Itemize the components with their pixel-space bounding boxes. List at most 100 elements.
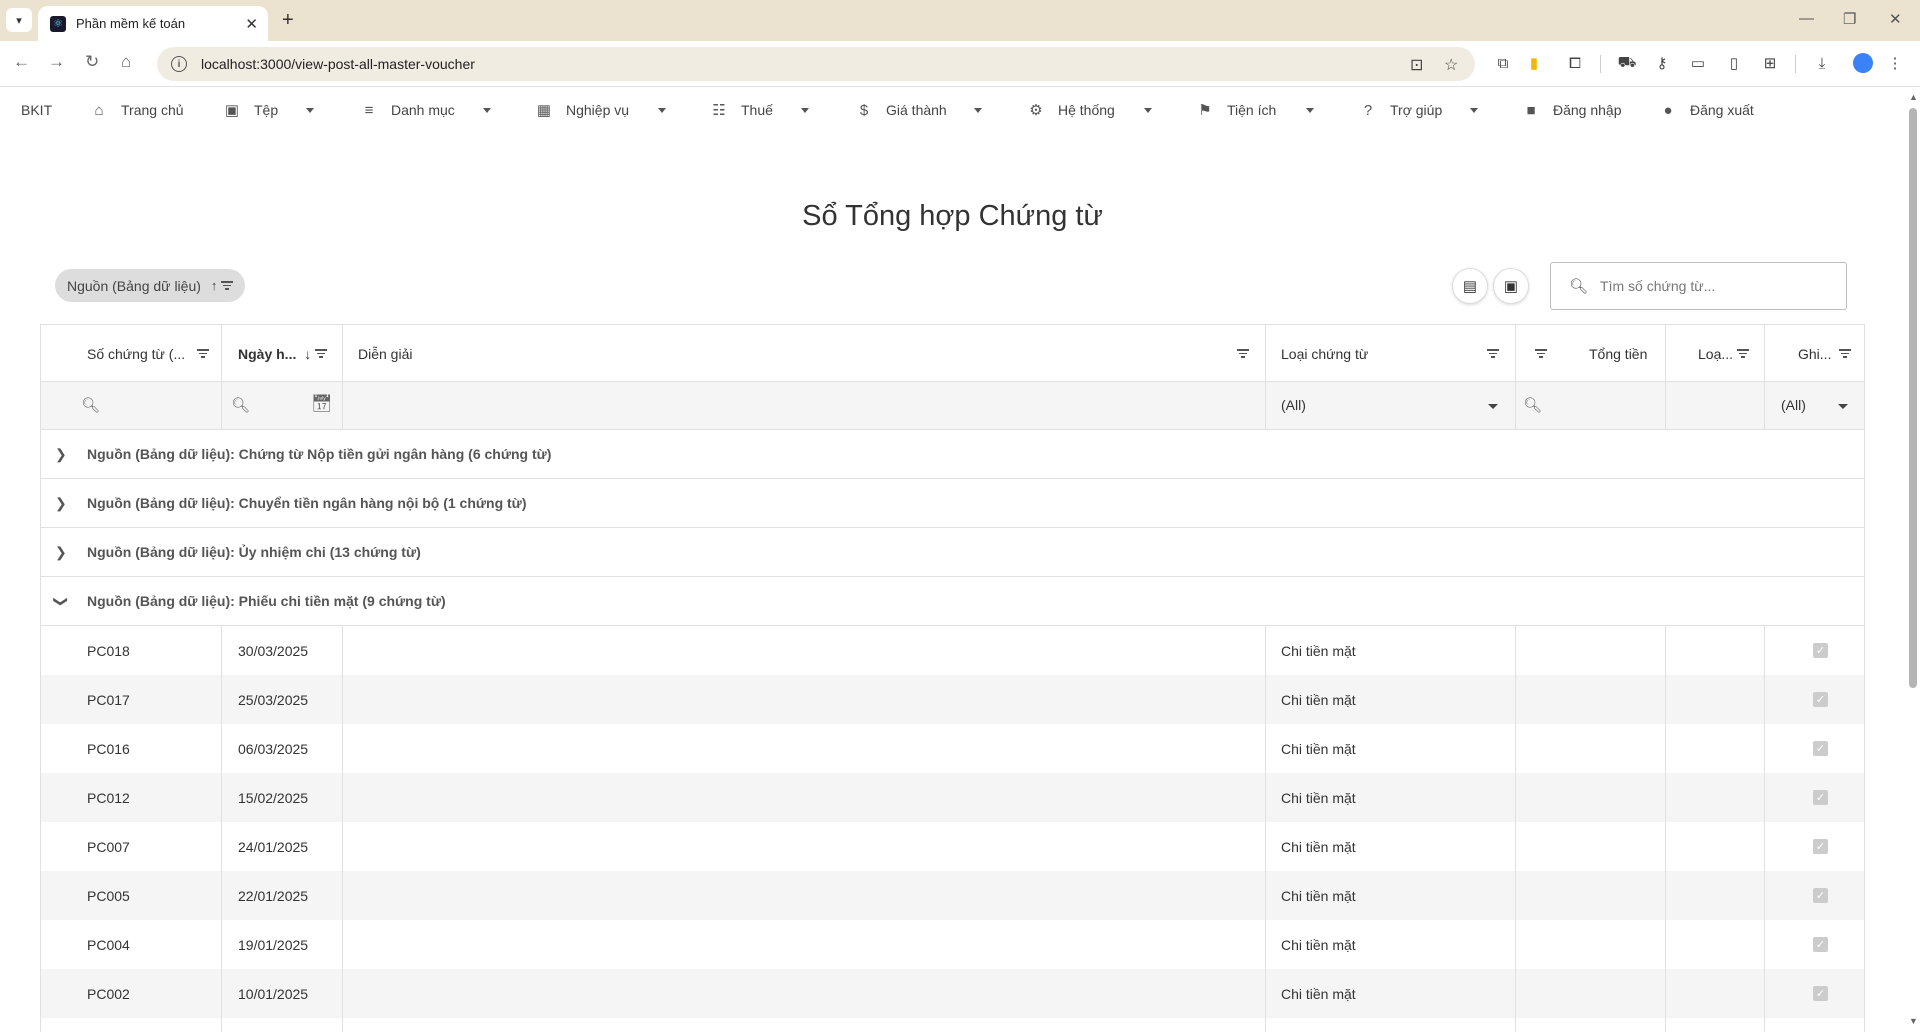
chevron-down-icon[interactable] — [658, 108, 666, 113]
chevron-down-icon[interactable] — [801, 108, 809, 113]
calendar-icon[interactable]: 📅︎ — [311, 394, 333, 414]
column-header-loai-chung-tu[interactable]: Loại chứng từ — [1281, 325, 1368, 382]
menu-item-catalog[interactable]: ≡ Danh mục — [361, 88, 455, 132]
filter-icon[interactable] — [1839, 347, 1852, 360]
menu-item-login[interactable]: ■ Đăng nhập — [1523, 88, 1621, 132]
ghi-filter-select[interactable]: (All) — [1781, 397, 1806, 413]
browser-tab[interactable]: ⚛ Phần mềm kế toán ✕ — [38, 6, 268, 41]
filter-icon[interactable] — [1737, 347, 1750, 360]
restore-icon[interactable]: ❐ — [1843, 10, 1856, 28]
install-app-icon[interactable]: ⊡ — [1410, 55, 1423, 75]
sort-ascending-icon[interactable]: ↑ — [211, 278, 218, 293]
menu-item-tax[interactable]: ☷ Thuế — [711, 88, 773, 132]
filter-icon[interactable] — [1535, 347, 1547, 360]
filter-icon[interactable] — [315, 347, 328, 360]
ghi-checkbox[interactable]: ✓ — [1813, 839, 1828, 854]
site-info-icon[interactable]: i — [171, 56, 187, 72]
filter-icon[interactable] — [1237, 347, 1249, 360]
ghi-checkbox[interactable]: ✓ — [1813, 692, 1828, 707]
menu-item-help[interactable]: ? Trợ giúp — [1360, 88, 1442, 132]
payment-card-icon[interactable]: ▭ — [1689, 54, 1707, 72]
extension-copy-icon[interactable]: ⧉ — [1494, 54, 1512, 72]
sort-descending-icon[interactable]: ↓ — [304, 346, 311, 362]
table-row[interactable]: PC012 15/02/2025 Chi tiền mặt ✓ — [41, 773, 1864, 822]
ghi-checkbox[interactable]: ✓ — [1813, 643, 1828, 658]
filter-icon[interactable] — [1487, 347, 1499, 360]
chevron-down-icon[interactable] — [1838, 404, 1848, 409]
table-row[interactable]: PC017 25/03/2025 Chi tiền mặt ✓ — [41, 675, 1864, 724]
reload-icon[interactable]: ↻ — [85, 52, 99, 72]
scroll-down-icon[interactable]: ▼ — [1909, 1016, 1918, 1026]
download-icon[interactable]: ⤓ — [1813, 54, 1831, 72]
menu-item-logout[interactable]: ● Đăng xuất — [1660, 88, 1753, 132]
ghi-checkbox[interactable]: ✓ — [1813, 986, 1828, 1001]
table-row[interactable]: PC018 30/03/2025 Chi tiền mặt ✓ — [41, 626, 1864, 675]
chevron-down-icon[interactable] — [1144, 108, 1152, 113]
loai-chung-tu-filter[interactable] — [1483, 325, 1499, 382]
side-panel-icon[interactable]: ⊞ — [1761, 54, 1779, 72]
group-row[interactable]: ❯ Nguồn (Bảng dữ liệu): Chứng từ Nộp tiề… — [41, 430, 1864, 479]
table-row[interactable]: PC016 06/03/2025 Chi tiền mặt ✓ — [41, 724, 1864, 773]
dien-giai-filter[interactable] — [1233, 325, 1249, 382]
chevron-down-icon[interactable] — [306, 108, 314, 113]
chevron-right-icon[interactable]: ❯ — [55, 544, 67, 561]
menu-item-cost[interactable]: $ Giá thành — [856, 88, 947, 132]
search-icon[interactable]: 🔍︎ — [1523, 396, 1542, 414]
new-tab-button[interactable]: + — [282, 9, 294, 32]
group-row[interactable]: ❯ Nguồn (Bảng dữ liệu): Ủy nhiệm chi (13… — [41, 528, 1864, 577]
more-menu-icon[interactable]: ⋮ — [1886, 54, 1904, 72]
column-header-ghi[interactable]: Ghi... — [1798, 325, 1852, 382]
search-icon[interactable]: 🔍︎ — [231, 396, 250, 414]
profile-avatar[interactable] — [1853, 53, 1873, 73]
chevron-down-icon[interactable] — [974, 108, 982, 113]
menu-item-utilities[interactable]: ⚑ Tiện ích — [1197, 88, 1276, 132]
ghi-checkbox[interactable]: ✓ — [1813, 937, 1828, 952]
export-excel-button[interactable]: ▤ — [1452, 268, 1488, 304]
minimize-icon[interactable]: — — [1799, 10, 1814, 27]
column-chooser-button[interactable]: ▣ — [1493, 268, 1529, 304]
reading-list-icon[interactable]: ▯ — [1725, 54, 1743, 72]
extension-yellow-icon[interactable]: ▮ — [1525, 54, 1543, 72]
table-row[interactable]: PC004 19/01/2025 Chi tiền mặt ✓ — [41, 920, 1864, 969]
scroll-up-icon[interactable]: ▲ — [1909, 92, 1918, 102]
chevron-down-icon[interactable] — [1488, 404, 1498, 409]
chevron-right-icon[interactable]: ❯ — [55, 495, 67, 512]
table-row[interactable]: PC007 24/01/2025 Chi tiền mặt ✓ — [41, 822, 1864, 871]
search-input[interactable] — [1598, 277, 1839, 295]
address-bar[interactable]: i localhost:3000/view-post-all-master-vo… — [157, 47, 1475, 81]
ghi-checkbox[interactable]: ✓ — [1813, 790, 1828, 805]
chevron-down-icon[interactable] — [1470, 108, 1478, 113]
column-header-so-chung-tu[interactable]: Số chứng từ (... — [87, 325, 210, 382]
column-header-dien-giai[interactable]: Diễn giải — [358, 325, 412, 382]
scroll-thumb[interactable] — [1909, 108, 1917, 688]
filter-icon[interactable] — [197, 347, 210, 360]
table-row[interactable]: PC005 22/01/2025 Chi tiền mặt ✓ — [41, 871, 1864, 920]
forward-icon[interactable]: → — [48, 52, 65, 72]
extension-car-icon[interactable]: ⛟ — [1618, 54, 1637, 72]
group-row[interactable]: ❯ Nguồn (Bảng dữ liệu): Phiếu chi tiền m… — [41, 577, 1864, 626]
column-header-ngay[interactable]: Ngày h... ↓ — [238, 325, 328, 382]
close-icon[interactable]: ✕ — [245, 15, 258, 33]
chevron-down-icon[interactable]: ❯ — [52, 595, 69, 607]
group-row[interactable]: ❯ Nguồn (Bảng dữ liệu): Chuyển tiền ngân… — [41, 479, 1864, 528]
chevron-right-icon[interactable]: ❯ — [55, 446, 67, 463]
menu-item-home[interactable]: ⌂ Trang chủ — [91, 88, 183, 132]
menu-item-system[interactable]: ⚙ Hệ thống — [1028, 88, 1115, 132]
loai-filter-select[interactable]: (All) — [1281, 397, 1306, 413]
menu-item-file[interactable]: ▣ Tệp — [224, 88, 278, 132]
search-box[interactable]: 🔍︎ — [1550, 262, 1847, 310]
extensions-puzzle-icon[interactable]: ⧠ — [1566, 54, 1584, 72]
page-scrollbar[interactable]: ▲ ▼ — [1906, 88, 1920, 1032]
group-by-chip[interactable]: Nguồn (Bảng dữ liệu) ↑ — [55, 269, 246, 302]
ghi-checkbox[interactable]: ✓ — [1813, 741, 1828, 756]
search-icon[interactable]: 🔍︎ — [81, 396, 100, 414]
filter-icon[interactable] — [221, 279, 234, 292]
tab-list-button[interactable]: ▾ — [6, 8, 32, 32]
back-icon[interactable]: ← — [13, 52, 30, 72]
home-page-icon[interactable]: ⌂ — [121, 52, 131, 72]
bookmark-star-icon[interactable]: ☆ — [1444, 55, 1458, 75]
table-row[interactable]: PC002 10/01/2025 Chi tiền mặt ✓ — [41, 969, 1864, 1018]
password-key-icon[interactable]: ⚷ — [1653, 54, 1671, 72]
chevron-down-icon[interactable] — [1306, 108, 1314, 113]
column-header-loai[interactable]: Loạ... — [1698, 325, 1750, 382]
